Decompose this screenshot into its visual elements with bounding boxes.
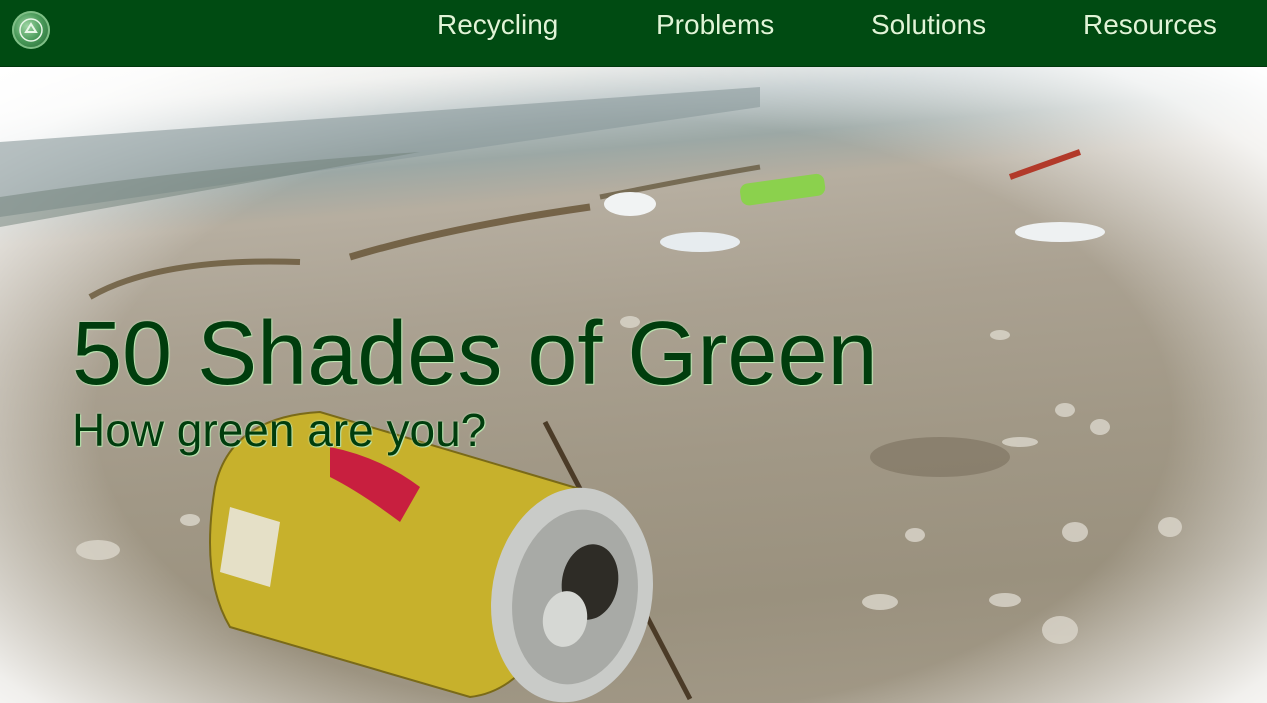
nav-link-recycling[interactable]: Recycling [437,9,558,41]
top-navbar: Recycling Problems Solutions Resources [0,0,1267,67]
recycle-arrows-icon [19,18,43,42]
nav-link-problems[interactable]: Problems [656,9,774,41]
hero-title: 50 Shades of Green [72,304,878,404]
nav-link-resources[interactable]: Resources [1083,9,1217,41]
nav-link-solutions[interactable]: Solutions [871,9,986,41]
hero-banner: 50 Shades of Green How green are you? [0,67,1267,703]
hero-subtitle: How green are you? [72,404,487,456]
recycle-globe-icon[interactable] [12,11,50,49]
